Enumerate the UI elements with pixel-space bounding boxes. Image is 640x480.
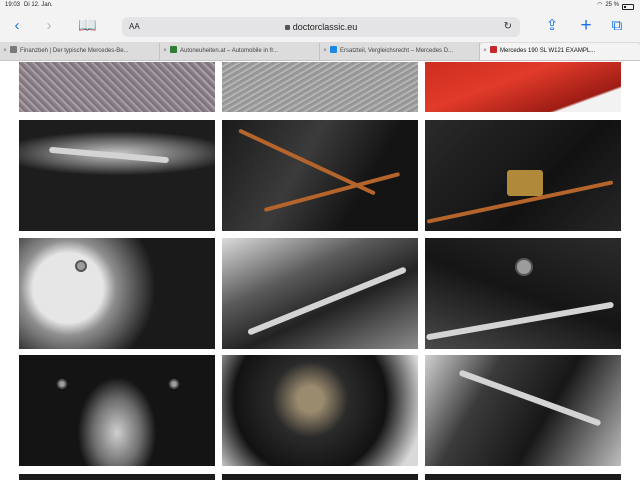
close-icon[interactable]: × [320, 43, 330, 60]
bolt-shape [75, 260, 87, 272]
bolt-shape [169, 379, 179, 389]
battery-icon [622, 3, 634, 10]
photo-brass-brake-distributor[interactable] [425, 120, 621, 231]
photo-gallery [0, 62, 640, 480]
book-icon: 📖 [78, 17, 97, 34]
photo-partial[interactable] [19, 474, 215, 480]
bolt-shape [57, 379, 67, 389]
reload-icon: ↻ [503, 21, 512, 32]
photo-carpet-floor[interactable] [19, 62, 215, 112]
url-display[interactable]: doctorclassic.eu [122, 17, 520, 37]
copper-line-shape [263, 171, 401, 213]
brass-block-shape [507, 170, 543, 196]
photo-copper-brake-line[interactable] [222, 120, 418, 231]
tab-label: Finanzbeh | Der typische Mercedes-Be... [20, 48, 129, 54]
status-right: ◠ 25 % [597, 0, 634, 11]
battery-percent: 25 % [605, 2, 619, 8]
close-icon[interactable]: × [0, 43, 10, 60]
favicon [330, 46, 337, 53]
share-button[interactable]: ⇪ [543, 17, 561, 35]
tab-4-active[interactable]: × Mercedes 190 SL W121 EXAMPL... [480, 43, 640, 60]
favicon [10, 46, 17, 53]
tab-label: Ersatzteil, Vergleichsrecht – Mercedes D… [340, 48, 454, 54]
forward-button[interactable]: › [40, 17, 58, 35]
new-tab-button[interactable]: + [577, 15, 595, 36]
browser-toolbar: ‹ › 📖 AA doctorclassic.eu ↻ ⇪ + ⧉ [0, 11, 640, 42]
photo-partial[interactable] [222, 474, 418, 480]
photo-brake-booster[interactable] [19, 238, 215, 349]
photo-rear-subframe[interactable] [19, 355, 215, 466]
photo-chrome-linkage[interactable] [222, 238, 418, 349]
status-time: 19:03 [5, 2, 21, 8]
tab-2[interactable]: × Autoneuheiten.at – Automobile in fr... [160, 43, 320, 60]
photo-control-arm[interactable] [425, 355, 621, 466]
favicon [170, 46, 177, 53]
plus-icon: + [580, 15, 592, 36]
photo-exhaust-pipe[interactable] [19, 120, 215, 231]
tab-1[interactable]: × Finanzbeh | Der typische Mercedes-Be... [0, 43, 160, 60]
favicon [490, 46, 497, 53]
reload-button[interactable]: ↻ [504, 17, 512, 37]
tab-strip: × Finanzbeh | Der typische Mercedes-Be...… [0, 42, 640, 61]
photo-floor-mat[interactable] [222, 62, 418, 112]
status-bar: 19:03 Di 12. Jan. ◠ 25 % [0, 0, 640, 11]
linkage-shape [247, 266, 407, 336]
photo-red-body-panel[interactable] [425, 62, 621, 112]
tabs-icon: ⧉ [611, 17, 623, 34]
linkage-shape [425, 301, 615, 341]
back-button[interactable]: ‹ [8, 17, 26, 35]
tab-label: Autoneuheiten.at – Automobile in fr... [180, 48, 279, 54]
close-icon[interactable]: × [160, 43, 170, 60]
arm-shape [458, 369, 602, 427]
photo-steering-linkage[interactable] [425, 238, 621, 349]
chevron-left-icon: ‹ [14, 17, 20, 34]
address-bar[interactable]: AA doctorclassic.eu ↻ [122, 17, 520, 37]
bookmarks-button[interactable]: 📖 [78, 17, 97, 35]
share-icon: ⇪ [545, 17, 559, 34]
close-icon[interactable]: × [480, 43, 490, 60]
tab-label: Mercedes 190 SL W121 EXAMPL... [500, 48, 596, 54]
lock-icon [284, 25, 290, 30]
tabs-overview-button[interactable]: ⧉ [608, 17, 626, 35]
pipe-shape [48, 146, 170, 164]
photo-partial[interactable] [425, 474, 621, 480]
wifi-icon: ◠ [597, 2, 603, 8]
url-text: doctorclassic.eu [292, 22, 358, 32]
photo-suspension-bolt[interactable] [222, 355, 418, 466]
status-date: Di 12. Jan. [24, 2, 53, 8]
tab-3[interactable]: × Ersatzteil, Vergleichsrecht – Mercedes … [320, 43, 480, 60]
chevron-right-icon: › [46, 17, 52, 34]
bolt-shape [515, 258, 533, 276]
